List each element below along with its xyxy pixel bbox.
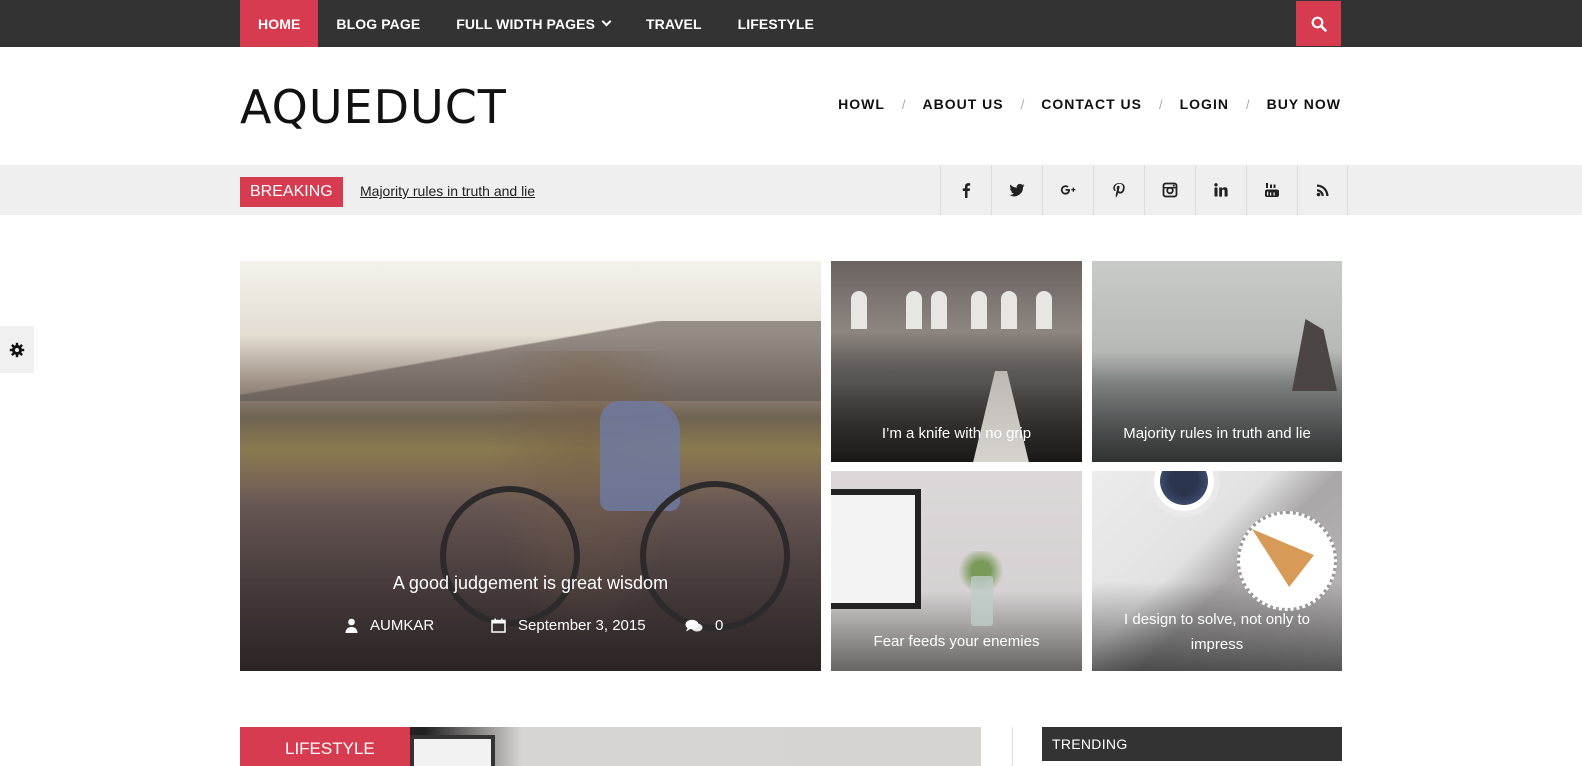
chevron-down-icon: [601, 16, 612, 27]
twitter-icon: [1009, 183, 1025, 197]
featured-post-2-title: Majority rules in truth and lie: [1123, 425, 1311, 442]
secondary-nav-howl[interactable]: HOWL: [838, 96, 885, 112]
featured-post-3[interactable]: Fear feeds your enemies: [831, 471, 1082, 671]
nav-separator: /: [1020, 96, 1025, 112]
post-image-detail: [971, 371, 1031, 462]
top-nav-lifestyle[interactable]: LIFESTYLE: [720, 0, 832, 47]
top-nav-full-width-pages[interactable]: FULL WIDTH PAGES: [438, 0, 628, 47]
category-label-lifestyle[interactable]: LIFESTYLE: [240, 727, 410, 766]
post-image-detail: [1292, 319, 1337, 391]
featured-post-1[interactable]: I’m a knife with no grip: [831, 261, 1082, 462]
breaking-headline-link[interactable]: Majority rules in truth and lie: [360, 183, 535, 199]
post-image-detail: [851, 291, 867, 329]
rss-icon: [1316, 184, 1328, 197]
featured-post-3-title: Fear feeds your enemies: [873, 633, 1040, 650]
post-image-detail: [440, 486, 580, 626]
sidebar-trending-title: TRENDING: [1042, 727, 1342, 761]
top-nav-travel[interactable]: TRAVEL: [628, 0, 720, 47]
page: HOME BLOG PAGE FULL WIDTH PAGES TRAVEL L…: [0, 0, 1582, 766]
site-logo[interactable]: AQUEDUCT: [240, 78, 507, 136]
post-image-detail: [410, 735, 495, 766]
featured-post-4-title: I design to solve, not only to impress: [1124, 611, 1310, 653]
post-date-text: September 3, 2015: [518, 617, 646, 634]
post-image-detail: [831, 489, 921, 609]
nav-separator: /: [1245, 96, 1250, 112]
featured-main-title[interactable]: A good judgement is great wisdom: [240, 573, 821, 594]
linkedin-icon: [1214, 183, 1228, 197]
post-image-detail: [906, 291, 922, 329]
post-author-name: AUMKAR: [370, 617, 435, 634]
post-image-detail: [1001, 291, 1017, 329]
secondary-nav-contact-us[interactable]: CONTACT US: [1041, 96, 1142, 112]
social-links: [940, 165, 1348, 215]
top-nav: HOME BLOG PAGE FULL WIDTH PAGES TRAVEL L…: [240, 0, 832, 47]
post-image-detail: [971, 291, 987, 329]
post-comments[interactable]: 0: [685, 617, 723, 634]
post-date: September 3, 2015: [491, 617, 646, 634]
search-icon: [1311, 16, 1327, 32]
featured-post-2[interactable]: Majority rules in truth and lie: [1092, 261, 1342, 462]
featured-main-post[interactable]: [240, 261, 821, 671]
column-divider: [1012, 727, 1013, 766]
google-plus-icon: [1060, 185, 1076, 195]
secondary-nav-about-us[interactable]: ABOUT US: [923, 96, 1004, 112]
social-google-plus[interactable]: [1042, 165, 1093, 215]
post-image-detail: [971, 576, 993, 626]
top-nav-lifestyle-label: LIFESTYLE: [737, 15, 814, 32]
post-image-detail: [600, 401, 680, 511]
user-icon: [345, 618, 358, 633]
social-instagram[interactable]: [1144, 165, 1195, 215]
gear-icon: [9, 342, 25, 357]
post-comments-count: 0: [715, 617, 724, 634]
top-nav-home-label: HOME: [258, 15, 301, 32]
social-rss[interactable]: [1297, 165, 1348, 215]
featured-post-4[interactable]: I design to solve, not only to impress: [1092, 471, 1342, 671]
nav-separator: /: [901, 96, 906, 112]
secondary-nav: HOWL / ABOUT US / CONTACT US / LOGIN / B…: [838, 96, 1341, 112]
social-linkedin[interactable]: [1195, 165, 1246, 215]
top-nav-home[interactable]: HOME: [240, 0, 319, 47]
post-image-detail: [1036, 291, 1052, 329]
social-facebook[interactable]: [940, 165, 991, 215]
pinterest-icon: [1113, 183, 1125, 198]
post-image-detail: [931, 291, 947, 329]
post-author[interactable]: AUMKAR: [345, 617, 434, 634]
top-nav-travel-label: TRAVEL: [646, 15, 702, 32]
featured-post-1-title: I’m a knife with no grip: [881, 425, 1032, 442]
top-nav-full-width-pages-label: FULL WIDTH PAGES: [456, 15, 596, 32]
post-image-detail: [640, 481, 790, 631]
comments-icon: [685, 619, 703, 631]
search-button[interactable]: [1296, 1, 1341, 46]
facebook-icon: [962, 183, 971, 198]
settings-tab[interactable]: [0, 326, 34, 373]
calendar-icon: [491, 618, 506, 633]
youtube-icon: [1265, 183, 1279, 197]
top-nav-blog-page-label: BLOG PAGE: [336, 15, 421, 32]
breaking-label: BREAKING: [240, 177, 343, 207]
instagram-icon: [1162, 182, 1178, 198]
top-nav-blog-page[interactable]: BLOG PAGE: [318, 0, 438, 47]
social-youtube[interactable]: [1246, 165, 1297, 215]
social-pinterest[interactable]: [1093, 165, 1144, 215]
secondary-nav-buy-now[interactable]: BUY NOW: [1267, 96, 1341, 112]
nav-separator: /: [1158, 96, 1163, 112]
social-twitter[interactable]: [991, 165, 1042, 215]
secondary-nav-login[interactable]: LOGIN: [1180, 96, 1229, 112]
